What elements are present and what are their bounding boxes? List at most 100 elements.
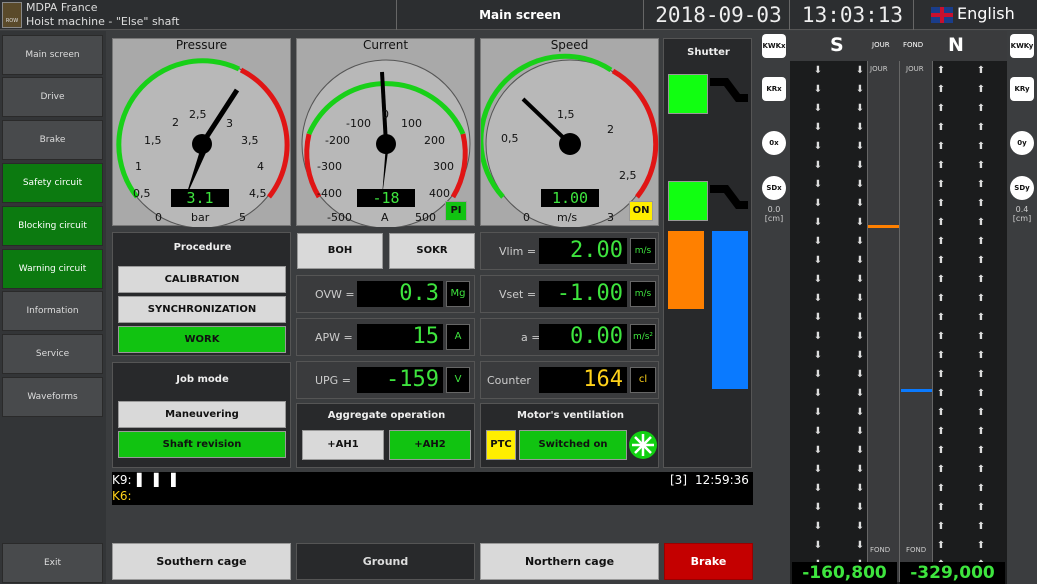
sdx-unit: [cm]	[764, 214, 784, 223]
speed-tick-05: 0,5	[501, 132, 519, 145]
sidebar-item-blocking-circuit[interactable]: Blocking circuit	[2, 206, 103, 246]
pressure-gauge: Pressure 0 0,5 1 1,5 2 2,5 3 3,5 4 4,5 5…	[112, 38, 291, 227]
accel-value: 0.00	[539, 324, 627, 350]
ah2-button[interactable]: +AH2	[389, 430, 471, 460]
fond-mark-right: FOND	[906, 546, 927, 554]
aggregate-panel: Aggregate operation +AH1 +AH2	[296, 403, 475, 468]
current-tick-500: 500	[415, 211, 436, 224]
sokr-button[interactable]: SOKR	[389, 233, 475, 269]
sdy-button[interactable]: SDy	[1010, 176, 1034, 200]
0y-button[interactable]: 0y	[1010, 131, 1034, 155]
shutter-orange-bar	[668, 231, 704, 309]
pressure-tick-1: 1	[135, 160, 142, 173]
0x-button[interactable]: 0x	[762, 131, 786, 155]
pressure-value: 3.1	[171, 189, 229, 207]
vset-value: -1.00	[539, 281, 627, 307]
current-tick-m100: -100	[346, 117, 371, 130]
s-cage-track	[867, 61, 900, 582]
job-mode-panel: Job mode Maneuvering Shaft revision	[112, 362, 291, 468]
accel-row: a = 0.00 m/s²	[480, 318, 659, 356]
on-badge: ON	[629, 201, 653, 221]
ah1-button[interactable]: +AH1	[302, 430, 384, 460]
sidebar-item-main-screen[interactable]: Main screen	[2, 35, 103, 75]
shutter-bottom-indicator	[668, 181, 708, 221]
exit-button[interactable]: Exit	[2, 543, 103, 583]
shaft-right-margin	[1007, 31, 1037, 584]
speed-unit: m/s	[557, 211, 578, 224]
krx-button[interactable]: KRx	[762, 77, 786, 101]
ground-button[interactable]: Ground	[296, 543, 475, 580]
kwky-button[interactable]: KWKy	[1010, 34, 1034, 58]
procedure-title: Procedure	[173, 242, 232, 253]
work-button[interactable]: WORK	[118, 326, 286, 353]
sdx-value: 0.0	[767, 205, 781, 214]
pressure-tick-45: 4,5	[249, 187, 267, 200]
sidebar-item-safety-circuit[interactable]: Safety circuit	[2, 163, 103, 203]
calibration-button[interactable]: CALIBRATION	[118, 266, 286, 293]
vlim-row: Vlim = 2.00 m/s	[480, 232, 659, 270]
current-tick-m400: -400	[317, 187, 342, 200]
current-unit: A	[381, 211, 389, 224]
southern-cage-button[interactable]: Southern cage	[112, 543, 291, 580]
shaft-revision-button[interactable]: Shaft revision	[118, 431, 286, 458]
speed-value: 1.00	[541, 189, 599, 207]
vset-label: Vset =	[499, 288, 537, 301]
counter-row: Counter 164 cl	[480, 361, 659, 399]
speed-tick-3: 3	[607, 211, 614, 224]
vlim-value: 2.00	[539, 238, 627, 264]
south-label: S	[830, 34, 844, 56]
sdy-value: 0.4	[1015, 205, 1029, 214]
shaft-view: S JOUR FOND N ⬇ ⬇ ⬇ ⬇ ⬇ ⬇ ⬇ ⬇ ⬇ ⬇ ⬇ ⬇ ⬇ ⬇ ⬇ ⬇ ⬇ ⬇ ⬇ ⬇ ⬇ ⬇ ⬇ ⬇ ⬇ ⬇…	[790, 31, 1007, 584]
fond-mark-left: FOND	[870, 546, 891, 554]
pi-badge: PI	[445, 201, 467, 221]
fan-icon	[629, 431, 657, 459]
k6-label: K6:	[112, 489, 132, 503]
current-gauge: Current -500 -400 -300 -200 -100 0 100 2…	[296, 38, 475, 227]
ovw-label: OVW =	[315, 288, 355, 301]
sidebar-item-drive[interactable]: Drive	[2, 77, 103, 117]
shutter-bottom-icon	[710, 185, 748, 209]
kry-button[interactable]: KRy	[1010, 77, 1034, 101]
sidebar-item-warning-circuit[interactable]: Warning circuit	[2, 249, 103, 289]
ventilation-title: Motor's ventilation	[517, 410, 624, 421]
apw-row: APW = 15 A	[296, 318, 475, 356]
company-name: MDPA France	[26, 1, 98, 14]
sdx-button[interactable]: SDx	[762, 176, 786, 200]
n-position-readout: -329,000	[900, 562, 1005, 584]
ovw-value: 0.3	[357, 281, 443, 307]
pressure-tick-15: 1,5	[144, 134, 162, 147]
maneuvering-button[interactable]: Maneuvering	[118, 401, 286, 428]
jour-mark-left: JOUR	[870, 65, 888, 73]
shutter-top-indicator	[668, 74, 708, 114]
language-selector[interactable]: English	[957, 4, 1015, 23]
aggregate-title: Aggregate operation	[327, 410, 446, 421]
pressure-tick-5: 5	[239, 211, 246, 224]
screen-title: Main screen	[396, 0, 644, 30]
synchronization-button[interactable]: SYNCHRONIZATION	[118, 296, 286, 323]
job-mode-title: Job mode	[176, 374, 229, 385]
apw-label: APW =	[315, 331, 353, 344]
ventilation-panel: Motor's ventilation PTC Switched on	[480, 403, 659, 468]
shutter-blue-bar	[712, 231, 748, 389]
sidebar-item-service[interactable]: Service	[2, 334, 103, 374]
uk-flag-icon[interactable]	[931, 7, 953, 23]
sidebar-item-information[interactable]: Information	[2, 291, 103, 331]
accel-unit: m/s²	[630, 324, 656, 350]
ventilation-status[interactable]: Switched on	[519, 430, 627, 460]
current-tick-100: 100	[401, 117, 422, 130]
sidebar-item-brake[interactable]: Brake	[2, 120, 103, 160]
pressure-tick-35: 3,5	[241, 134, 259, 147]
brake-button[interactable]: Brake	[664, 543, 753, 580]
procedure-panel: Procedure CALIBRATION SYNCHRONIZATION WO…	[112, 232, 291, 356]
sidebar-item-waveforms[interactable]: Waveforms	[2, 377, 103, 417]
northern-cage-button[interactable]: Northern cage	[480, 543, 659, 580]
current-tick-0: 0	[382, 108, 389, 121]
upg-value: -159	[357, 367, 443, 393]
kwkx-button[interactable]: KWKx	[762, 34, 786, 58]
n-cage-marker	[901, 389, 932, 392]
n-cage-track	[900, 61, 933, 582]
boh-button[interactable]: BOH	[297, 233, 383, 269]
counter-label: Counter	[487, 374, 531, 387]
upg-unit: V	[446, 367, 470, 393]
machine-name: Hoist machine - "Else" shaft	[26, 15, 180, 28]
